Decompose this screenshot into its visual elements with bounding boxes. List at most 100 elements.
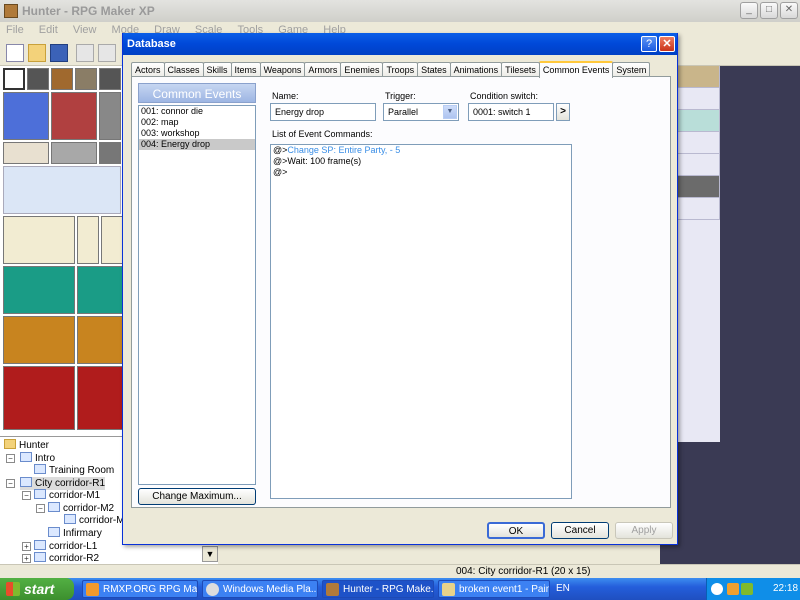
- collapse-toggle-icon[interactable]: −: [22, 491, 31, 500]
- tree-item[interactable]: corridor-M1: [34, 489, 100, 502]
- tray-arrow-icon[interactable]: [711, 583, 723, 595]
- tileset-palette[interactable]: [0, 66, 124, 436]
- collapse-toggle-icon[interactable]: −: [6, 454, 15, 463]
- database-dialog: Database ? ✕ Actors Classes Skills Items Wea…: [122, 33, 678, 545]
- trigger-value: Parallel: [388, 107, 419, 117]
- taskbar-item-active[interactable]: Hunter - RPG Make...: [322, 580, 434, 598]
- tile[interactable]: [3, 68, 25, 90]
- condition-switch-label: Condition switch:: [470, 91, 539, 101]
- tab-tilesets[interactable]: Tilesets: [501, 62, 540, 77]
- tile[interactable]: [77, 366, 123, 430]
- expand-toggle-icon[interactable]: +: [22, 554, 31, 563]
- tab-skills[interactable]: Skills: [202, 62, 232, 77]
- tile[interactable]: [77, 316, 123, 364]
- cut-icon[interactable]: [76, 44, 94, 62]
- tile[interactable]: [3, 316, 75, 364]
- collapse-toggle-icon[interactable]: −: [6, 479, 15, 488]
- trigger-select[interactable]: Parallel ▼: [383, 103, 459, 121]
- tree-item[interactable]: Training Room: [34, 464, 114, 477]
- tab-armors[interactable]: Armors: [304, 62, 342, 77]
- maximize-icon[interactable]: □: [760, 2, 778, 19]
- open-project-icon[interactable]: [28, 44, 46, 62]
- dialog-title: Database: [127, 38, 176, 50]
- tile[interactable]: [3, 92, 49, 140]
- close-icon[interactable]: ✕: [780, 2, 798, 19]
- tile[interactable]: [3, 142, 49, 164]
- tree-item[interactable]: corridor-R2: [34, 552, 99, 564]
- tile[interactable]: [3, 266, 75, 314]
- save-project-icon[interactable]: [50, 44, 68, 62]
- tile[interactable]: [3, 166, 121, 214]
- list-header: Common Events: [138, 83, 256, 103]
- tile[interactable]: [27, 68, 49, 90]
- start-button[interactable]: start: [0, 578, 74, 600]
- minimize-icon[interactable]: _: [740, 2, 758, 19]
- tile[interactable]: [77, 216, 99, 264]
- tile[interactable]: [51, 142, 97, 164]
- language-indicator[interactable]: EN: [556, 578, 570, 600]
- expand-toggle-icon[interactable]: +: [22, 542, 31, 551]
- event-commands-list[interactable]: @>Change SP: Entire Party, - 5 @>Wait: 1…: [270, 144, 572, 499]
- map-tiles[interactable]: [676, 66, 720, 442]
- tab-system[interactable]: System: [612, 62, 651, 77]
- tab-enemies[interactable]: Enemies: [340, 62, 384, 77]
- new-project-icon[interactable]: [6, 44, 24, 62]
- tab-common-events[interactable]: Common Events: [538, 61, 614, 78]
- paint-icon: [442, 583, 455, 596]
- menu-file[interactable]: File: [0, 22, 30, 38]
- tab-actors[interactable]: Actors: [131, 62, 165, 77]
- tile[interactable]: [99, 68, 121, 90]
- ok-button[interactable]: OK: [487, 522, 545, 539]
- change-maximum-button[interactable]: Change Maximum...: [138, 488, 256, 505]
- tile[interactable]: [51, 92, 97, 140]
- tile[interactable]: [3, 216, 75, 264]
- status-bar: 004: City corridor-R1 (20 x 15): [0, 564, 800, 578]
- tab-animations[interactable]: Animations: [449, 62, 503, 77]
- tile[interactable]: [99, 92, 121, 140]
- tile[interactable]: [51, 68, 73, 90]
- tree-item[interactable]: Infirmary: [48, 527, 102, 540]
- taskbar-item[interactable]: RMXP.ORG RPG Ma...: [82, 580, 198, 598]
- tab-items[interactable]: Items: [230, 62, 261, 77]
- tab-classes[interactable]: Classes: [163, 62, 204, 77]
- tree-item[interactable]: corridor-M3: [64, 514, 130, 527]
- apply-button[interactable]: Apply: [615, 522, 673, 539]
- condition-switch-picker-button[interactable]: >: [556, 103, 570, 121]
- tree-item[interactable]: Hunter: [4, 439, 49, 452]
- tab-states[interactable]: States: [417, 62, 451, 77]
- event-command[interactable]: @>: [271, 167, 571, 178]
- condition-switch-field[interactable]: 0001: switch 1: [468, 103, 554, 121]
- clock[interactable]: 22:18: [773, 578, 798, 600]
- collapse-toggle-icon[interactable]: −: [36, 504, 45, 513]
- name-field[interactable]: Energy drop: [270, 103, 376, 121]
- tile[interactable]: [3, 366, 75, 430]
- menu-edit[interactable]: Edit: [33, 22, 64, 38]
- list-item[interactable]: 003: workshop: [139, 128, 255, 139]
- menu-view[interactable]: View: [67, 22, 103, 38]
- tile[interactable]: [101, 216, 123, 264]
- cancel-button[interactable]: Cancel: [551, 522, 609, 539]
- main-window-title: Hunter - RPG Maker XP: [22, 4, 155, 18]
- scroll-down-icon[interactable]: ▼: [202, 546, 218, 562]
- event-command[interactable]: @>Change SP: Entire Party, - 5: [271, 145, 571, 156]
- event-command[interactable]: @>Wait: 100 frame(s): [271, 156, 571, 167]
- windows-logo-icon: [6, 582, 20, 596]
- tab-troops[interactable]: Troops: [382, 62, 419, 77]
- network-icon[interactable]: [741, 583, 753, 595]
- tile[interactable]: [77, 266, 123, 314]
- help-icon[interactable]: ?: [641, 36, 657, 52]
- dialog-close-icon[interactable]: ✕: [659, 36, 675, 52]
- copy-icon[interactable]: [98, 44, 116, 62]
- common-events-list[interactable]: 001: connor die 002: map 003: workshop 0…: [138, 105, 256, 485]
- tile[interactable]: [99, 142, 121, 164]
- taskbar-item[interactable]: broken event1 - Paint: [438, 580, 550, 598]
- command-text: Wait: 100 frame(s): [287, 156, 362, 166]
- list-item[interactable]: 001: connor die: [139, 106, 255, 117]
- taskbar-item[interactable]: Windows Media Pla...: [202, 580, 318, 598]
- list-item-selected[interactable]: 004: Energy drop: [139, 139, 255, 150]
- tab-weapons[interactable]: Weapons: [259, 62, 306, 77]
- chevron-down-icon[interactable]: ▼: [443, 105, 457, 119]
- tray-app-icon[interactable]: [727, 583, 739, 595]
- tile[interactable]: [75, 68, 97, 90]
- list-item[interactable]: 002: map: [139, 117, 255, 128]
